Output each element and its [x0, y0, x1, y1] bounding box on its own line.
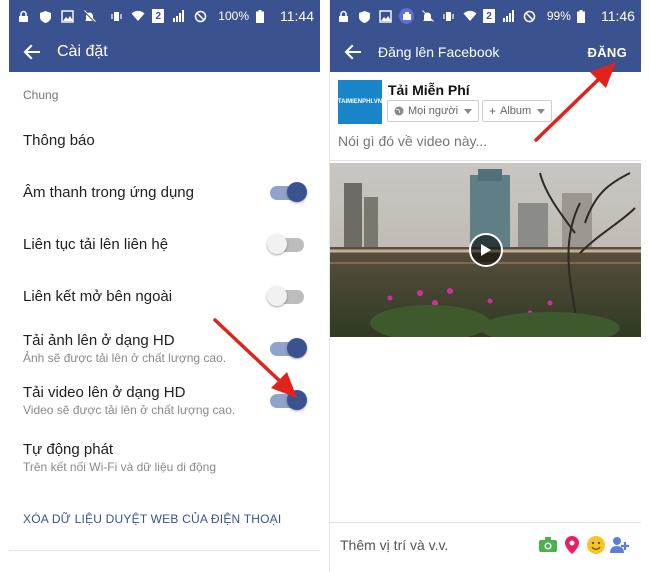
status-bar: 2 100% 11:44: [9, 0, 320, 32]
image-icon: [378, 8, 393, 24]
sim-badge: 2: [483, 9, 495, 23]
wifi-icon: [462, 8, 477, 24]
add-location-text[interactable]: Thêm vị trí và v.v.: [340, 537, 535, 553]
tag-people-icon[interactable]: [609, 534, 631, 556]
setting-in-app-sound[interactable]: Âm thanh trong ứng dụng: [9, 182, 320, 202]
page-title: Đăng lên Facebook: [378, 44, 500, 60]
play-icon[interactable]: [469, 233, 503, 267]
bell-muted-icon: [420, 8, 435, 24]
shield-icon: [37, 8, 53, 24]
signal-icon: [501, 8, 516, 24]
back-arrow-icon[interactable]: [23, 43, 41, 61]
toggle-knob: [267, 286, 287, 306]
battery-percent: 99%: [546, 9, 571, 23]
blocked-icon: [522, 8, 537, 24]
battery-percent: 100%: [218, 9, 249, 23]
album-selector[interactable]: + Album: [482, 100, 553, 122]
audience-selector[interactable]: Mọi người: [387, 100, 480, 122]
setting-upload-videos-hd[interactable]: Tải video lên ở dạng HD Video sẽ được tả…: [9, 384, 320, 417]
post-text-input[interactable]: [338, 133, 628, 149]
setting-label: Tải video lên ở dạng HD: [23, 384, 186, 401]
photos-hd-toggle[interactable]: [270, 338, 307, 358]
settings-screen: 2 100% 11:44 Cài đặt Chung Thông báo Âm …: [9, 0, 320, 572]
wifi-icon: [130, 8, 146, 24]
setting-notifications[interactable]: Thông báo: [9, 132, 320, 149]
chevron-down-icon: [537, 108, 546, 114]
lock-icon: [336, 8, 351, 24]
setting-label: Thông báo: [23, 132, 95, 149]
video-preview[interactable]: [330, 163, 641, 337]
composer-footer: Thêm vị trí và v.v.: [330, 522, 641, 566]
setting-label: Tải ảnh lên ở dạng HD: [23, 332, 175, 349]
battery-icon: [574, 8, 589, 24]
emoji-icon[interactable]: [585, 534, 607, 556]
page-avatar: TAIMIENPHI.VN: [338, 80, 382, 124]
sim-badge-text: 2: [155, 10, 162, 22]
chevron-down-icon: [464, 108, 473, 114]
toggle-knob: [287, 390, 307, 410]
globe-icon: [394, 106, 404, 116]
clear-browsing-data-link[interactable]: XÓA DỮ LIỆU DUYỆT WEB CỦA ĐIỆN THOẠI: [23, 512, 281, 526]
location-pin-icon[interactable]: [561, 534, 583, 556]
shield-icon: [357, 8, 372, 24]
composer-header: TAIMIENPHI.VN Tải Miễn Phí Mọi người + A…: [330, 72, 641, 130]
setting-label: Liên kết mở bên ngoài: [23, 288, 173, 305]
camera-icon[interactable]: [537, 534, 559, 556]
sim-badge: 2: [152, 9, 165, 23]
page-title: Cài đặt: [57, 43, 108, 60]
app-bar: Đăng lên Facebook ĐĂNG: [330, 32, 641, 72]
toggle-knob: [267, 234, 287, 254]
vibrate-icon: [108, 8, 124, 24]
setting-autoplay[interactable]: Tự động phát Trên kết nối Wi-Fi và dữ li…: [9, 441, 320, 474]
post-button[interactable]: ĐĂNG: [588, 45, 627, 60]
bottom-divider: [9, 550, 320, 551]
setting-label: Âm thanh trong ứng dụng: [23, 184, 194, 201]
page-name: Tải Miễn Phí: [388, 82, 470, 98]
setting-upload-photos-hd[interactable]: Tải ảnh lên ở dạng HD Ảnh sẽ được tải lê…: [9, 332, 320, 365]
setting-description: Video sẽ được tải lên ở chất lượng cao.: [23, 403, 236, 417]
status-time: 11:44: [280, 8, 314, 24]
upload-badge-icon: [399, 8, 415, 24]
setting-label: Tự động phát: [23, 441, 114, 458]
contacts-upload-toggle[interactable]: [267, 234, 304, 254]
album-label: Album: [500, 105, 532, 117]
avatar-text: TAIMIENPHI.VN: [337, 99, 383, 105]
bell-muted-icon: [81, 8, 97, 24]
videos-hd-toggle[interactable]: [270, 390, 307, 410]
back-arrow-icon[interactable]: [344, 43, 362, 61]
blocked-icon: [192, 8, 208, 24]
audience-label: Mọi người: [408, 105, 459, 117]
image-icon: [59, 8, 75, 24]
sim-badge-text: 2: [486, 10, 492, 22]
section-header: Chung: [23, 88, 59, 102]
toggle-knob: [287, 338, 307, 358]
vibrate-icon: [441, 8, 456, 24]
post-composer-screen: 2 99% 11:46 Đăng lên Facebook ĐĂNG TAIMI…: [329, 0, 641, 572]
battery-icon: [252, 8, 268, 24]
setting-description: Trên kết nối Wi-Fi và dữ liệu di động: [23, 460, 217, 474]
setting-label: Liên tục tải lên liên hệ: [23, 236, 169, 253]
external-links-toggle[interactable]: [267, 286, 304, 306]
signal-icon: [170, 8, 186, 24]
in-app-sound-toggle[interactable]: [270, 182, 307, 202]
lock-icon: [15, 8, 31, 24]
plus-icon: +: [489, 104, 497, 118]
setting-continuous-contacts-upload[interactable]: Liên tục tải lên liên hệ: [9, 234, 320, 254]
setting-external-links[interactable]: Liên kết mở bên ngoài: [9, 286, 320, 306]
composer-divider: [330, 160, 641, 161]
app-bar: Cài đặt: [9, 32, 320, 72]
status-time: 11:46: [600, 8, 635, 24]
toggle-knob: [287, 182, 307, 202]
setting-description: Ảnh sẽ được tải lên ở chất lượng cao.: [23, 351, 227, 365]
status-bar: 2 99% 11:46: [330, 0, 641, 32]
